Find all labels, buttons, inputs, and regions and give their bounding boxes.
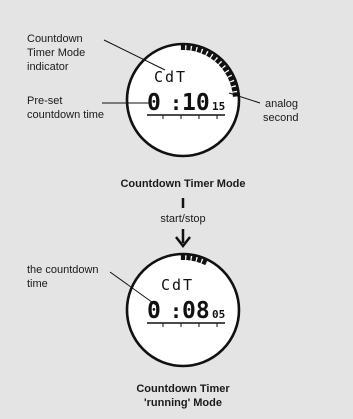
display-fraction: 05	[212, 308, 225, 321]
caption-running-line2: 'running' Mode	[144, 397, 222, 409]
analog-second-segment	[201, 257, 209, 266]
mode-indicator-text: CdT	[154, 68, 187, 86]
display-seconds: 10	[182, 90, 210, 116]
analog-second-segment	[231, 86, 240, 92]
label-analog-second-line1: analog	[265, 98, 298, 110]
analog-second-segment	[196, 45, 203, 54]
analog-second-segment	[186, 253, 192, 261]
display-colon: :	[170, 91, 182, 115]
analog-second-segment	[191, 253, 197, 262]
label-mode-indicator-line2: Timer Mode	[27, 47, 85, 59]
analog-second-segment	[229, 80, 238, 87]
label-countdown-time-line2: time	[27, 278, 48, 290]
label-mode-indicator-line1: Countdown	[27, 33, 83, 45]
display-colon: :	[170, 299, 182, 323]
mode-indicator-text: CdT	[161, 276, 194, 294]
analog-second-segment	[196, 255, 203, 264]
analog-second-segment	[201, 47, 209, 56]
diagram-page: CdT 0 : 10 15 Countdown Timer Mode indic…	[0, 0, 353, 419]
label-mode-indicator-line3: indicator	[27, 61, 69, 73]
label-analog-second-line2: second	[263, 112, 298, 124]
analog-second-segment	[227, 74, 236, 82]
label-countdown-time-line1: the countdown	[27, 264, 99, 276]
label-preset-time-line2: countdown time	[27, 109, 104, 121]
label-preset-time-line1: Pre-set	[27, 95, 62, 107]
display-seconds: 08	[182, 298, 210, 324]
countdown-diagram: CdT 0 : 10 15 Countdown Timer Mode indic…	[27, 33, 298, 409]
analog-second-segment	[191, 43, 197, 52]
analog-second-segment	[186, 43, 192, 51]
caption-running-line1: Countdown Timer	[136, 383, 230, 395]
caption-countdown-timer-mode: Countdown Timer Mode	[120, 178, 245, 190]
start-stop-label: start/stop	[160, 213, 205, 225]
display-minutes: 0	[147, 298, 161, 324]
display-fraction: 15	[212, 100, 225, 113]
watch-face-running: CdT 0 : 08 05	[125, 252, 241, 368]
